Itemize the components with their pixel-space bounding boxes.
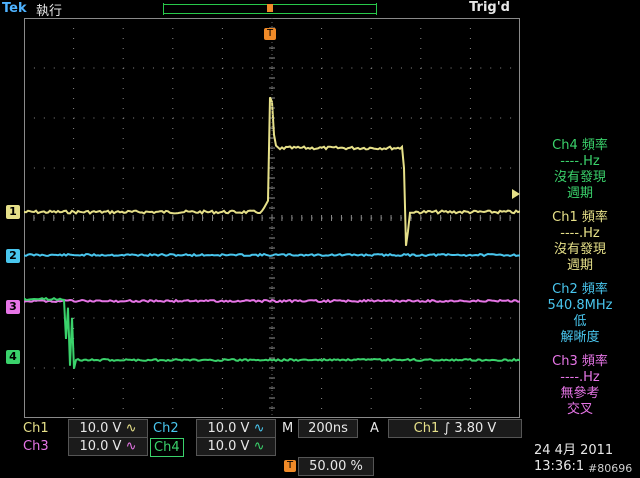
meas-title: Ch4 頻率: [552, 138, 608, 153]
trigger-readout[interactable]: Ch1 ∫ 3.80 V: [388, 419, 522, 438]
watermark: #80696: [588, 462, 633, 475]
ch3-coupling-icon: ∿: [125, 439, 137, 454]
meas-note: 低: [573, 314, 587, 329]
ch1-label[interactable]: Ch1: [20, 420, 52, 437]
ch4-scale[interactable]: 10.0 V ∿: [196, 437, 276, 456]
horizontal-position[interactable]: 50.00 %: [298, 457, 374, 476]
waveform-display: [24, 18, 520, 418]
meas-title: Ch2 頻率: [552, 282, 608, 297]
meas-note: 沒有發現: [553, 170, 606, 185]
trigger-source: Ch1: [413, 421, 440, 436]
meas-note: 週期: [566, 258, 593, 273]
trigger-label: A: [370, 421, 379, 436]
meas-value: ----.Hz: [560, 154, 600, 169]
meas-note: 沒有發現: [553, 242, 606, 257]
trigger-slope-icon: ∫: [443, 421, 451, 436]
ch4-label[interactable]: Ch4: [150, 438, 184, 457]
meas-value: 540.8MHz: [547, 298, 613, 313]
trigger-state: Trig'd: [469, 0, 510, 15]
ch1-waveform: [24, 96, 520, 246]
time: 13:36:1: [534, 459, 585, 474]
ch2-scale[interactable]: 10.0 V ∿: [196, 419, 276, 438]
ch4-coupling-icon: ∿: [253, 439, 265, 454]
ch2-scale-text: 10.0 V: [207, 421, 250, 436]
date: 24 4月 2011: [534, 443, 614, 458]
trigger-level: 3.80 V: [454, 421, 497, 436]
trigger-level-arrow[interactable]: [512, 189, 520, 199]
timebase-value[interactable]: 200ns: [298, 419, 358, 438]
meas-title: Ch3 頻率: [552, 354, 608, 369]
meas-note: 交叉: [566, 402, 593, 417]
ch2-frequency-measurement[interactable]: Ch2 頻率 540.8MHz 低 解晰度: [520, 282, 640, 346]
ch3-scale[interactable]: 10.0 V ∿: [68, 437, 148, 456]
trigger-top-marker: [267, 4, 273, 12]
bottom-status-bar: Ch1 10.0 V ∿ Ch2 10.0 V ∿ M 200ns A Ch1 …: [0, 418, 640, 478]
trigger-position-icon[interactable]: T: [264, 28, 276, 40]
top-status-bar: Tek 執行 Trig'd: [0, 0, 640, 19]
timebase-label: M: [282, 421, 294, 436]
ch1-scale[interactable]: 10.0 V ∿: [68, 419, 148, 438]
meas-note: 解晰度: [560, 330, 600, 345]
ch4-marker[interactable]: 4: [6, 350, 20, 364]
ch3-waveform: [24, 298, 520, 304]
ch2-marker[interactable]: 2: [6, 249, 20, 263]
meas-value: ----.Hz: [560, 226, 600, 241]
run-state: 執行: [36, 4, 63, 19]
ch1-coupling-icon: ∿: [125, 421, 137, 436]
ch4-frequency-measurement[interactable]: Ch4 頻率 ----.Hz 沒有發現 週期: [520, 138, 640, 202]
meas-note: 無參考: [560, 386, 600, 401]
meas-value: ----.Hz: [560, 370, 600, 385]
ch1-scale-text: 10.0 V: [79, 421, 122, 436]
ch3-frequency-measurement[interactable]: Ch3 頻率 ----.Hz 無參考 交叉: [520, 354, 640, 418]
tek-logo: Tek: [2, 1, 27, 16]
graticule: [24, 18, 520, 418]
ch1-frequency-measurement[interactable]: Ch1 頻率 ----.Hz 沒有發現 週期: [520, 210, 640, 274]
horizontal-position-icon: T: [284, 460, 296, 472]
meas-title: Ch1 頻率: [552, 210, 608, 225]
meas-note: 週期: [566, 186, 593, 201]
ch1-marker[interactable]: 1: [6, 205, 20, 219]
ch4-scale-text: 10.0 V: [207, 439, 250, 454]
ch3-marker[interactable]: 3: [6, 300, 20, 314]
ch3-scale-text: 10.0 V: [79, 439, 122, 454]
measurement-panel: Ch4 頻率 ----.Hz 沒有發現 週期 Ch1 頻率 ----.Hz 沒有…: [520, 18, 640, 418]
ch2-label[interactable]: Ch2: [150, 420, 182, 437]
ch3-label[interactable]: Ch3: [20, 438, 52, 455]
ch2-coupling-icon: ∿: [253, 421, 265, 436]
